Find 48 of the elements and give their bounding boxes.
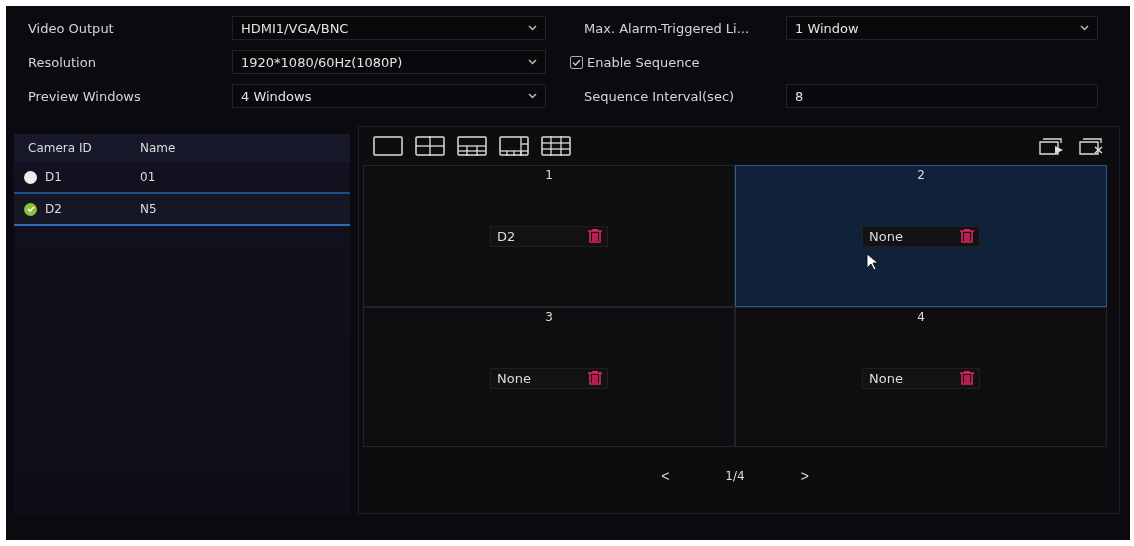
window-number: 4 <box>917 310 925 324</box>
trash-icon[interactable] <box>587 229 603 244</box>
field-label: Max. Alarm-Triggered Li... <box>583 20 751 36</box>
window-number: 3 <box>545 310 553 324</box>
preview-window[interactable]: 4 None <box>735 307 1107 447</box>
table-cell-text: D2 <box>45 202 63 216</box>
camera-name: None <box>869 371 903 386</box>
trash-icon[interactable] <box>587 371 603 386</box>
field-label: Preview Windows <box>27 88 142 104</box>
dropdown[interactable]: 4 Windows <box>232 84 546 108</box>
trash-icon[interactable] <box>959 229 975 244</box>
camera-name: None <box>497 371 531 386</box>
column-header: Name <box>140 141 177 155</box>
dropdown[interactable]: HDMI1/VGA/BNC <box>232 16 546 40</box>
table-cell-text: N5 <box>140 202 158 216</box>
input-field[interactable]: 8 <box>786 84 1098 108</box>
previous-page-button[interactable]: < <box>655 467 676 485</box>
camera-name: D2 <box>497 229 516 244</box>
table-cell-text: 01 <box>140 170 157 184</box>
window-number: 1 <box>545 168 553 182</box>
window-number: 2 <box>917 168 925 182</box>
field-label: Resolution <box>27 54 97 70</box>
preview-window[interactable]: 2 None <box>735 165 1107 307</box>
layout-grid-icon[interactable] <box>457 136 487 156</box>
layout-grid-icon[interactable] <box>499 136 529 156</box>
camera-row[interactable]: D2 N5 <box>14 194 350 226</box>
mouse-cursor-icon <box>865 252 878 271</box>
preview-window[interactable]: 3 None <box>363 307 735 447</box>
layout-grid-icon[interactable] <box>415 136 445 156</box>
chevron-down-icon <box>1080 25 1089 31</box>
layout-grid-icon[interactable] <box>541 136 571 156</box>
column-header: Camera ID <box>28 141 93 155</box>
chevron-down-icon <box>528 25 537 31</box>
checkbox-label: Enable Sequence <box>587 54 701 70</box>
next-page-button[interactable]: > <box>794 467 815 485</box>
trash-icon[interactable] <box>959 371 975 386</box>
camera-name: None <box>869 229 903 244</box>
field-label: Sequence Interval(sec) <box>583 88 736 104</box>
preview-window[interactable]: 1 D2 <box>363 165 735 307</box>
chevron-down-icon <box>528 93 537 99</box>
dropdown[interactable]: 1 Window <box>786 16 1098 40</box>
field-label: Video Output <box>27 20 115 36</box>
layout-grid-icon[interactable] <box>373 136 403 156</box>
page-indicator: 1/4 <box>725 469 745 483</box>
table-cell-text: D1 <box>45 170 63 184</box>
dropdown[interactable]: 1920*1080/60Hz(1080P) <box>232 50 546 74</box>
chevron-down-icon <box>528 59 537 65</box>
checkbox[interactable] <box>570 55 583 69</box>
